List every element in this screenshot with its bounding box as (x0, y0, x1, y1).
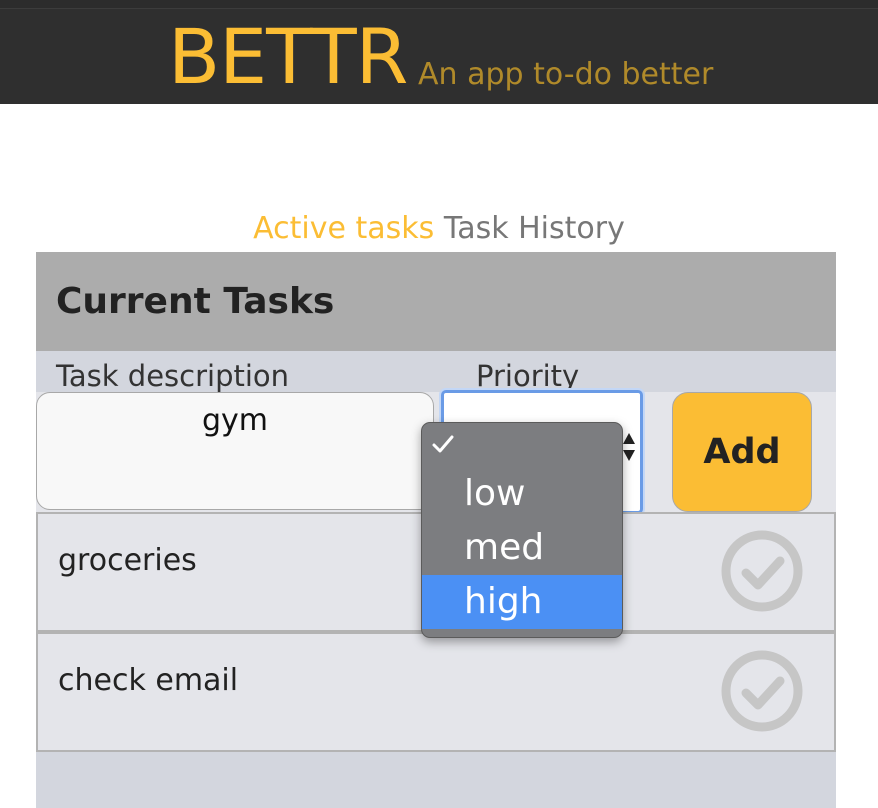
tab-task-history[interactable]: Task History (444, 211, 625, 246)
add-button[interactable]: Add (672, 392, 812, 512)
dropdown-option-med[interactable]: med (422, 521, 622, 575)
complete-check-icon[interactable] (720, 529, 804, 613)
priority-dropdown-menu: low med high (421, 422, 623, 638)
option-label: low (464, 473, 526, 514)
option-label: high (464, 581, 543, 622)
select-arrows-icon (622, 427, 636, 470)
task-description-input[interactable]: gym (36, 392, 434, 510)
window-top-edge (0, 0, 878, 9)
task-text: groceries (58, 543, 197, 578)
app-header: BETTR An app to-do better (0, 9, 878, 104)
priority-label: Priority (476, 359, 580, 393)
task-row: check email (36, 632, 836, 752)
checkmark-icon (432, 435, 454, 453)
option-label: med (464, 527, 545, 568)
complete-check-icon[interactable] (720, 649, 804, 733)
tab-active-tasks[interactable]: Active tasks (253, 211, 434, 246)
app-tagline: An app to-do better (418, 57, 714, 92)
brand-logo[interactable]: BETTR (168, 17, 408, 97)
task-text: check email (58, 663, 239, 698)
tab-nav: Active tasks Task History (0, 212, 878, 246)
panel-header: Current Tasks (36, 252, 836, 351)
task-description-label: Task description (56, 359, 290, 393)
panel-title: Current Tasks (56, 281, 335, 322)
dropdown-option-low[interactable]: low (422, 467, 622, 521)
dropdown-option-high[interactable]: high (422, 575, 622, 629)
